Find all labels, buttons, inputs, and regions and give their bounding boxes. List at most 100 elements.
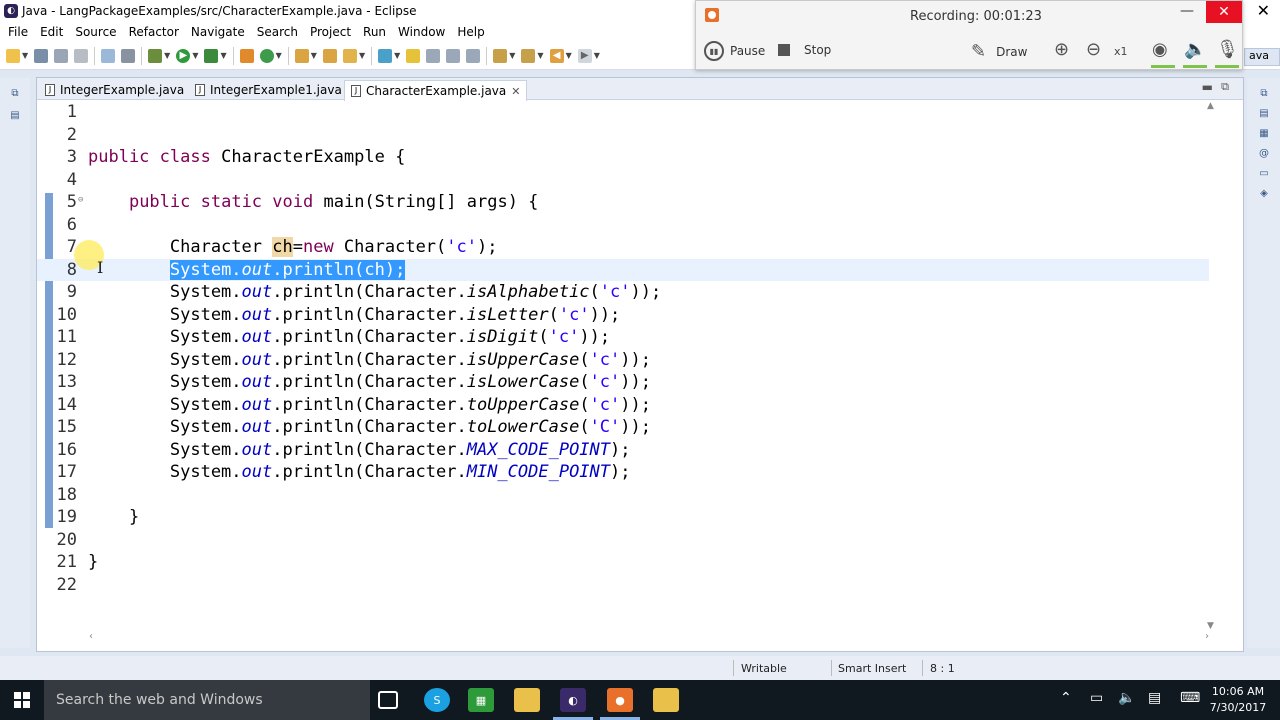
forward-icon[interactable]: ▶	[577, 48, 592, 63]
menu-edit[interactable]: Edit	[34, 25, 69, 39]
taskbar-clock[interactable]: 10:06 AM 7/30/2017	[1208, 684, 1268, 716]
new-class-icon[interactable]	[259, 48, 274, 63]
back-icon[interactable]: ◀	[549, 48, 564, 63]
minimize-editor-icon[interactable]: ▬	[1202, 80, 1213, 94]
code-line-11[interactable]: 11 System.out.println(Character.isDigit(…	[37, 326, 1209, 348]
run-icon[interactable]: ▶	[176, 48, 191, 63]
code-line-15[interactable]: 15 System.out.println(Character.toLowerC…	[37, 416, 1209, 438]
window-close-button[interactable]: ✕	[1257, 1, 1270, 20]
battery-icon[interactable]: ▭	[1090, 690, 1103, 706]
close-tab-icon[interactable]: ✕	[511, 85, 520, 98]
code-line-21[interactable]: 21}	[37, 551, 1209, 573]
next-annotation-dropdown-icon[interactable]: ▼	[509, 51, 515, 60]
microphone-icon[interactable]: 🎙	[1216, 39, 1239, 60]
new-class-dropdown-icon[interactable]: ▼	[276, 51, 282, 60]
code-line-22[interactable]: 22	[37, 574, 1209, 596]
webcam-icon[interactable]: ◉	[1152, 39, 1168, 60]
new-java-project-icon[interactable]	[239, 48, 254, 63]
folder-icon[interactable]	[653, 688, 679, 712]
code-line-6[interactable]: 6	[37, 214, 1209, 236]
menu-run[interactable]: Run	[357, 25, 392, 39]
code-line-9[interactable]: 9 System.out.println(Character.isAlphabe…	[37, 281, 1209, 303]
tab-integer-example[interactable]: J IntegerExample.java	[39, 80, 190, 100]
recorder-taskbar-icon[interactable]: ●	[607, 688, 633, 712]
code-line-17[interactable]: 17 System.out.println(Character.MIN_CODE…	[37, 461, 1209, 483]
previous-annotation-icon[interactable]	[521, 48, 536, 63]
recorder-minimize-button[interactable]: —	[1180, 3, 1194, 19]
code-line-1[interactable]: 1	[37, 101, 1209, 123]
fold-collapse-icon[interactable]: ⊖	[78, 189, 83, 211]
new-dropdown-icon[interactable]: ▼	[22, 51, 28, 60]
save-all-icon[interactable]	[54, 48, 69, 63]
code-line-16[interactable]: 16 System.out.println(Character.MAX_CODE…	[37, 439, 1209, 461]
taskbar-search-box[interactable]: Search the web and Windows	[44, 680, 370, 720]
package-explorer-icon[interactable]: ▤	[9, 110, 21, 122]
new-icon[interactable]	[6, 48, 20, 63]
toggle-icon[interactable]	[101, 48, 116, 63]
debug-dropdown-icon[interactable]: ▼	[164, 51, 170, 60]
declaration-icon[interactable]: ◈	[1258, 188, 1270, 200]
external-tools-dropdown-icon[interactable]: ▼	[220, 51, 226, 60]
toggle-breadcrumb-icon[interactable]	[378, 48, 393, 63]
menu-search[interactable]: Search	[251, 25, 304, 39]
code-line-13[interactable]: 13 System.out.println(Character.isLowerC…	[37, 371, 1209, 393]
notifications-icon[interactable]: ▤	[1148, 690, 1161, 706]
volume-icon[interactable]: 🔈	[1118, 690, 1135, 706]
code-line-2[interactable]: 2	[37, 124, 1209, 146]
debug-icon[interactable]	[148, 48, 163, 63]
code-line-3[interactable]: 3 public class CharacterExample {	[37, 146, 1209, 168]
word-wrap-icon[interactable]	[446, 48, 461, 63]
scroll-left-icon[interactable]: ‹	[89, 631, 93, 642]
previous-annotation-dropdown-icon[interactable]: ▼	[537, 51, 543, 60]
keyboard-icon[interactable]: ⌨	[1180, 690, 1200, 706]
file-explorer-icon[interactable]	[514, 688, 540, 712]
code-line-14[interactable]: 14 System.out.println(Character.toUpperC…	[37, 394, 1209, 416]
console-icon[interactable]: ▭	[1258, 168, 1270, 180]
breadcrumb-dropdown-icon[interactable]: ▼	[394, 51, 400, 60]
menu-navigate[interactable]: Navigate	[185, 25, 251, 39]
search-icon[interactable]	[342, 48, 357, 63]
save-icon[interactable]	[34, 48, 49, 63]
zoom-in-icon[interactable]: ⊕	[1054, 39, 1069, 60]
recorder-close-button[interactable]: ✕	[1206, 1, 1242, 23]
zoom-out-icon[interactable]: ⊖	[1086, 39, 1101, 60]
task-view-icon[interactable]	[378, 691, 398, 709]
draw-button[interactable]: ✎ Draw	[971, 41, 1027, 62]
code-line-19[interactable]: 19 }	[37, 506, 1209, 528]
menu-project[interactable]: Project	[304, 25, 357, 39]
menu-help[interactable]: Help	[451, 25, 490, 39]
block-selection-icon[interactable]	[426, 48, 441, 63]
java-perspective-button[interactable]: ava	[1244, 48, 1280, 66]
stop-button[interactable]: Stop	[778, 43, 831, 57]
open-task-icon[interactable]	[322, 48, 337, 63]
code-line-10[interactable]: 10 System.out.println(Character.isLetter…	[37, 304, 1209, 326]
show-whitespace-icon[interactable]	[466, 48, 481, 63]
restore-icon[interactable]: ⧉	[1258, 88, 1270, 100]
skype-icon[interactable]: S	[424, 688, 450, 712]
mark-occurrences-icon[interactable]	[406, 48, 421, 63]
menu-window[interactable]: Window	[392, 25, 451, 39]
scroll-down-icon[interactable]: ▼	[1207, 621, 1214, 631]
print-icon[interactable]	[74, 48, 89, 63]
open-type-dropdown-icon[interactable]: ▼	[311, 51, 317, 60]
code-line-18[interactable]: 18	[37, 484, 1209, 506]
javadoc-icon[interactable]: @	[1258, 148, 1270, 160]
speaker-icon[interactable]: 🔈	[1184, 39, 1206, 60]
tab-character-example[interactable]: J CharacterExample.java ✕	[344, 80, 528, 101]
forward-dropdown-icon[interactable]: ▼	[594, 51, 600, 60]
tab-integer-example1[interactable]: J IntegerExample1.java	[189, 80, 348, 100]
tray-chevron-icon[interactable]: ⌃	[1060, 690, 1072, 706]
scroll-right-icon[interactable]: ›	[1205, 631, 1209, 642]
code-line-7[interactable]: 7 Character ch=new Character('c');	[37, 236, 1209, 258]
open-type-icon[interactable]	[294, 48, 309, 63]
code-line-5[interactable]: 5 ⊖ public static void main(String[] args…	[37, 191, 1209, 213]
back-dropdown-icon[interactable]: ▼	[566, 51, 572, 60]
code-line-20[interactable]: 20	[37, 529, 1209, 551]
scroll-up-icon[interactable]: ▲	[1207, 101, 1214, 111]
run-dropdown-icon[interactable]: ▼	[192, 51, 198, 60]
restore-icon[interactable]: ⧉	[9, 88, 21, 100]
spreadsheet-app-icon[interactable]: ▦	[468, 688, 494, 712]
outline-icon[interactable]: ▤	[1258, 108, 1270, 120]
maximize-editor-icon[interactable]: ⧉	[1221, 80, 1229, 94]
start-button[interactable]	[0, 680, 44, 720]
